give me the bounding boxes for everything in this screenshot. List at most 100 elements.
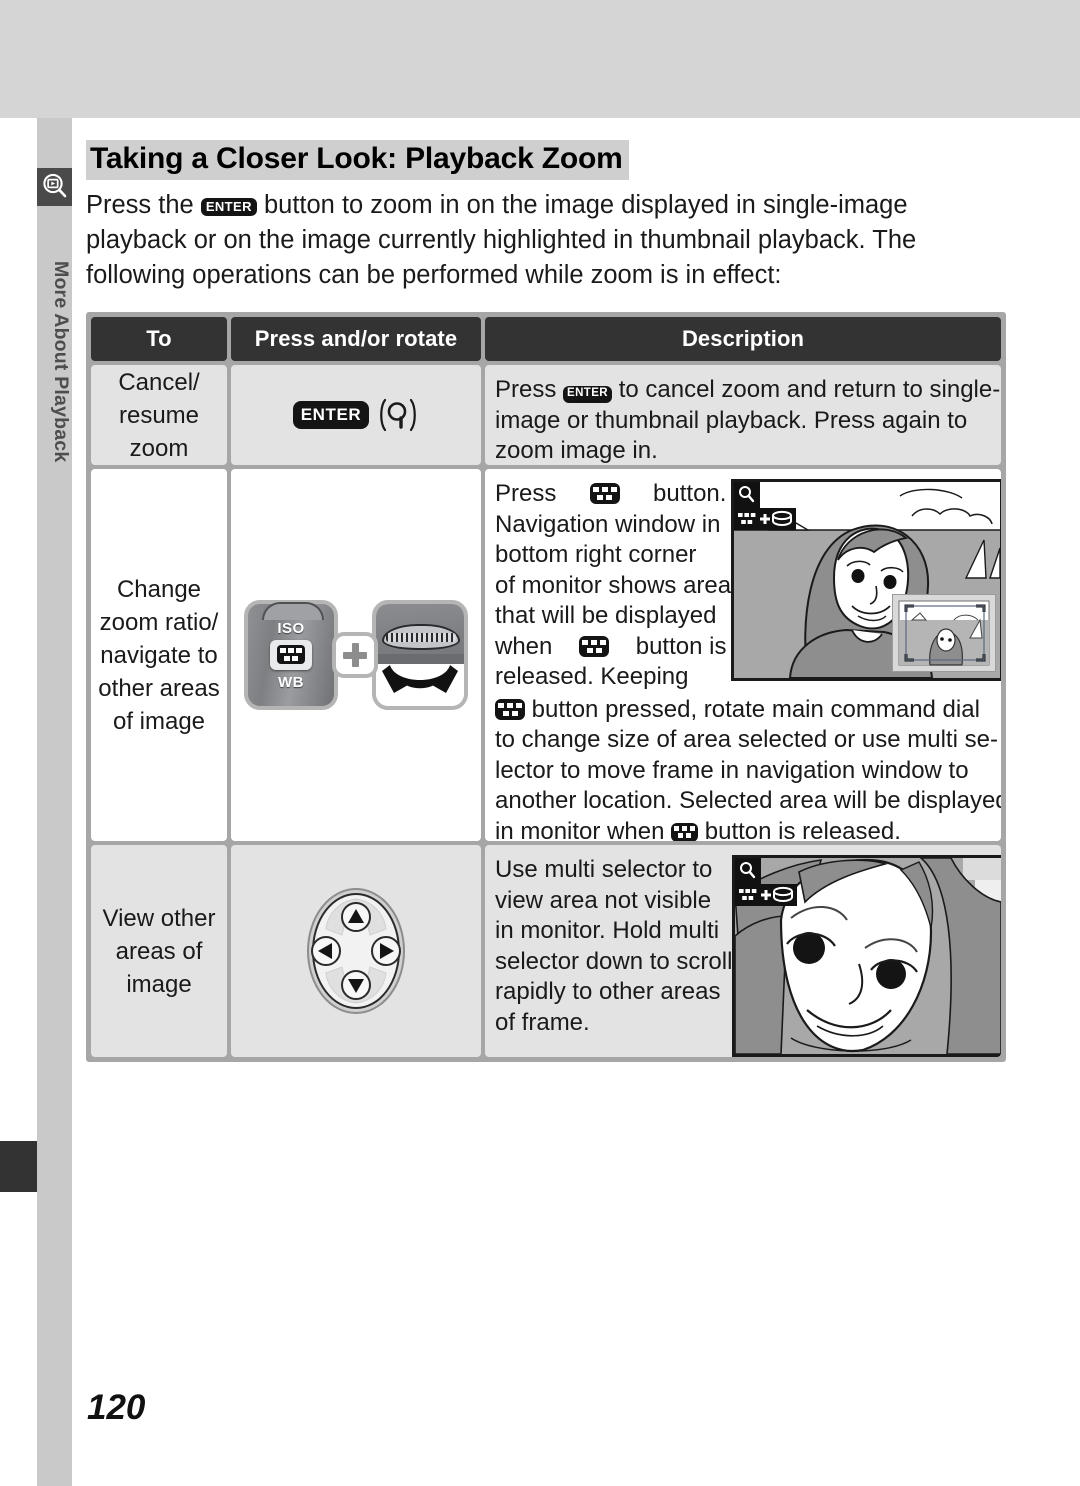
magnifier-icon [377,395,419,435]
thumbnail-button-icon [589,483,620,504]
monitor-zoomed-face-illustration [732,855,1001,1057]
row2-to-cell: Change zoom ratio/ navigate to other are… [91,469,227,841]
row2-control-group: ISO WB [231,469,481,841]
row2-desc-line-5: that will be displayed [495,602,717,629]
row1-control-group: ENTER [231,365,481,465]
row2-desc-line-6: when button is [495,632,731,663]
header-description: Description [485,317,1001,361]
thumbnail-button-keycap [270,639,312,670]
row1-desc-line-1: Press ENTER to cancel zoom and return to… [495,375,1000,406]
row2-desc-l1a: Press [495,480,557,507]
row1-to-line1: Cancel/ [118,368,200,396]
main-command-dial-photo [372,600,468,710]
dial-ridges [382,624,460,650]
row3-desc-line-5: rapidly to other areas [495,978,721,1005]
row3-desc-line-2: view area not visible [495,886,712,914]
chapter-label: More About Playback [50,261,72,463]
iso-label: ISO [277,619,305,637]
intro-line-2: playback or on the image currently highl… [86,226,917,254]
zoom-thumbnail-dial-badge [734,482,804,543]
row1-control-cell: ENTER [231,365,481,465]
table-row: View other areas of image Use multi sele… [89,843,1003,1059]
row3-desc-flex: Use multi selector to view area not visi… [495,855,1001,1057]
thumbnail-button-icon [579,635,610,657]
row2-desc-l12a: in monitor when [495,817,665,842]
row3-desc-line-4: selector down to scroll [495,947,733,975]
thumbnail-button-icon [671,822,699,841]
row3-to-line2: areas of [115,937,203,965]
row2-desc-line-10: lector to move frame in navigation windo… [495,756,969,784]
row2-desc-line-2: Navigation window in [495,510,721,538]
row2-desc-line-3: bottom right corner [495,541,697,568]
thumbnail-button-icon [495,698,525,720]
intro-line-1: Press the ENTER button to zoom in on the… [86,188,1010,223]
playback-zoom-icon [42,173,66,198]
page-title: Taking a Closer Look: Playback Zoom [86,140,629,181]
enter-button-icon: ENTER [200,198,257,216]
row2-desc-line-7: released. Keeping [495,663,689,690]
camera-body-curve [262,602,324,620]
header-press: Press and/or rotate [231,317,481,361]
row3-description-cell: Use multi selector to view area not visi… [485,845,1001,1057]
row1-to-line2: resume [118,401,200,429]
enter-button-icon: ENTER [563,386,613,403]
table-header-row: To Press and/or rotate Description [89,315,1003,363]
row3-control-cell [231,845,481,1057]
row2-desc-l8: button pressed, rotate main command dial [531,695,980,723]
row2-to-line2: zoom ratio/ [99,608,219,636]
row1-description-cell: Press ENTER to cancel zoom and return to… [485,365,1001,465]
zoom-thumbnail-dial-badge [735,858,805,919]
row3-to-line3: image [126,970,192,998]
row3-to-line1: View other [102,904,216,932]
row2-to-line4: other areas [98,674,220,702]
row2-description: Press button. Navigation window in botto… [485,469,1001,841]
row3-figure-box [732,855,1001,1057]
row2-to-line5: of image [112,707,206,735]
wb-label: WB [278,673,304,691]
iso-wb-button-photo: ISO WB [244,600,338,710]
row1-desc-b: to cancel zoom and return to single- [618,376,1001,403]
page-edge-marker [0,1141,37,1192]
row1-desc-line-3: zoom image in. [495,437,658,464]
page-title-wrap: Taking a Closer Look: Playback Zoom [86,140,1001,181]
row3-to-cell: View other areas of image [91,845,227,1057]
row3-desc-line-1: Use multi selector to [495,856,713,883]
intro-line-3: following operations can be performed wh… [86,261,782,289]
row2-desc-l1b: button. [653,480,727,507]
intro-text-b: button to zoom in on the image displayed… [263,191,908,219]
row2-desc-line-9: to change size of area selected or use m… [495,726,998,753]
intro-text-a: Press the [86,191,194,219]
row3-description: Use multi selector to view area not visi… [485,845,1001,1057]
row2-to-line1: Change [116,575,202,603]
row1-to-cell: Cancel/ resume zoom [91,365,227,465]
row2-desc-line-1: Press button. [495,479,731,510]
row1-desc-a: Press [495,376,557,403]
rotate-arrow-icon [382,665,458,693]
header-to: To [91,317,227,361]
row2-to-label: Change zoom ratio/ navigate to other are… [91,469,227,841]
chapter-tab-icon [37,168,72,206]
row3-control-group [231,845,481,1057]
multi-selector-icon [304,885,408,1017]
thumbnail-icon [277,645,305,664]
row1-to-line3: zoom [129,434,189,462]
row1-to-label: Cancel/ resume zoom [91,365,227,465]
operations-table: To Press and/or rotate Description Cance… [86,312,1006,1062]
row2-desc-l12b: button is released. [704,817,901,842]
row1-description: Press ENTER to cancel zoom and return to… [485,365,1001,465]
row2-desc-line-12: in monitor when button is released. [495,817,1001,842]
row2-control-cell: ISO WB [231,469,481,841]
row2-figure-box [731,479,1001,693]
row2-desc-text: Press button. Navigation window in botto… [495,479,731,693]
monitor-navigation-window-illustration [731,479,1001,681]
row2-desc-line-11: another location. Selected area will be … [495,787,1001,814]
row2-desc-l6a: when [495,632,553,660]
row2-desc-flex: Press button. Navigation window in botto… [495,479,1001,693]
row3-desc-line-3: in monitor. Hold multi [495,917,720,944]
plus-icon [332,632,378,678]
row2-desc-line-4: of monitor shows area [495,571,732,599]
row1-desc-line-2: image or thumbnail playback. Press again… [495,406,968,434]
row2-desc-line-8: button pressed, rotate main command dial [495,695,1001,726]
table-row: Change zoom ratio/ navigate to other are… [89,467,1003,843]
enter-button-icon: ENTER [292,401,370,429]
